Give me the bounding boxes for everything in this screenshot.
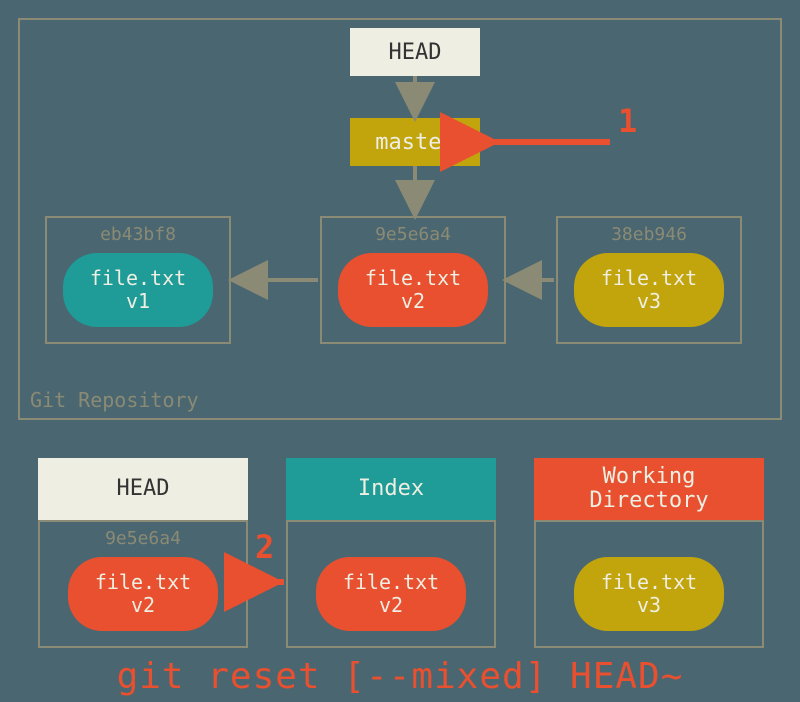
- bottom-head-header: HEAD: [38, 458, 248, 520]
- commit-box-38eb946: 38eb946 file.txt v3: [556, 216, 742, 344]
- bottom-wd-file-pill: file.txt v3: [574, 557, 724, 631]
- git-command-text: git reset [--mixed] HEAD~: [0, 656, 800, 697]
- file-version: v1: [126, 290, 150, 313]
- bottom-box-index: file.txt v2: [286, 520, 496, 648]
- file-name: file.txt: [365, 267, 461, 290]
- file-pill-v2: file.txt v2: [338, 253, 488, 327]
- file-pill-v3: file.txt v3: [574, 253, 724, 327]
- file-version: v3: [637, 594, 661, 617]
- bottom-head-hash: 9e5e6a4: [105, 528, 181, 549]
- commit-hash: 38eb946: [611, 224, 687, 245]
- file-name: file.txt: [90, 267, 186, 290]
- master-branch-box: master: [350, 118, 480, 166]
- bottom-box-wd: file.txt v3: [534, 520, 764, 648]
- file-name: file.txt: [95, 571, 191, 594]
- commit-hash: eb43bf8: [100, 224, 176, 245]
- step-1-label: 1: [618, 102, 637, 140]
- bottom-box-head: 9e5e6a4 file.txt v2: [38, 520, 248, 648]
- head-ref-box: HEAD: [350, 28, 480, 76]
- file-name: file.txt: [343, 571, 439, 594]
- spacer: [644, 528, 655, 549]
- commit-box-eb43bf8: eb43bf8 file.txt v1: [45, 216, 231, 344]
- commit-box-9e5e6a4: 9e5e6a4 file.txt v2: [320, 216, 506, 344]
- file-pill-v1: file.txt v1: [63, 253, 213, 327]
- bottom-index-header: Index: [286, 458, 496, 520]
- spacer: [386, 528, 397, 549]
- file-version: v2: [131, 594, 155, 617]
- file-version: v3: [637, 290, 661, 313]
- commit-hash: 9e5e6a4: [375, 224, 451, 245]
- file-name: file.txt: [601, 267, 697, 290]
- bottom-head-file-pill: file.txt v2: [68, 557, 218, 631]
- file-version: v2: [379, 594, 403, 617]
- bottom-wd-header: Working Directory: [534, 458, 764, 520]
- file-name: file.txt: [601, 571, 697, 594]
- step-2-label: 2: [255, 528, 274, 566]
- git-repository-label: Git Repository: [30, 388, 199, 412]
- file-version: v2: [401, 290, 425, 313]
- bottom-index-file-pill: file.txt v2: [316, 557, 466, 631]
